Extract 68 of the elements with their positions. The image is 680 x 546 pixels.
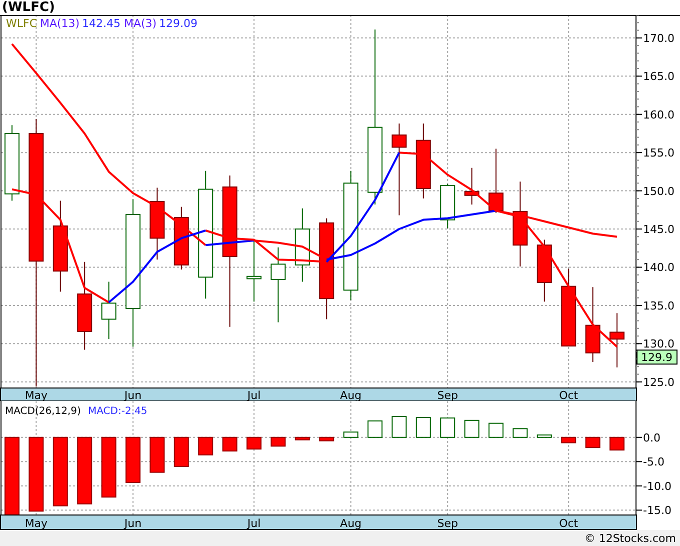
histogram-bar: [440, 417, 456, 438]
histogram-bar: [174, 436, 189, 467]
candlestick: [440, 183, 456, 229]
month-label: Sep: [437, 517, 458, 530]
axis-label: 125.0: [643, 376, 674, 389]
axis-label: 155.0: [643, 146, 674, 160]
histogram-bar: [246, 436, 262, 450]
legend-value: 129.09: [159, 17, 198, 30]
histogram-bar: [561, 436, 576, 444]
indicator-value: MACD:-2.45: [88, 406, 148, 417]
histogram-bar: [464, 420, 480, 438]
axis-label: 0.0: [643, 431, 660, 444]
month-label: Jul: [247, 517, 261, 530]
histogram-bar: [52, 436, 68, 506]
axis-label: 150.0: [643, 184, 674, 198]
month-label: Oct: [559, 389, 578, 401]
axis-label: 135.0: [643, 299, 674, 312]
price-tag: 129.9: [636, 350, 678, 365]
histogram-bar: [319, 436, 334, 442]
histogram-bar: [222, 436, 238, 452]
candlestick: [536, 239, 552, 302]
month-label: Jun: [124, 517, 142, 530]
histogram-bar: [150, 436, 165, 473]
month-label: Jun: [124, 389, 142, 401]
histogram-bar: [101, 436, 116, 498]
legend-value: 142.45: [82, 17, 120, 30]
histogram-bar: [392, 416, 407, 438]
histogram-bar: [198, 436, 214, 456]
axis-label: 170.0: [643, 32, 674, 45]
candlestick: [488, 148, 504, 214]
legend-symbol: WLFC: [6, 17, 38, 30]
month-label: Aug: [340, 389, 362, 401]
axis-label: -15.0: [643, 504, 672, 518]
histogram-bar: [368, 420, 382, 438]
histogram-bar: [610, 436, 624, 450]
histogram-bar: [585, 436, 600, 448]
axis-label: 165.0: [643, 70, 674, 84]
month-label: Jul: [247, 389, 261, 401]
histogram-bar: [512, 428, 528, 438]
histogram-bar: [343, 432, 358, 438]
histogram-bar: [416, 417, 431, 438]
copyright-text: © 12Stocks.com: [584, 532, 676, 544]
chart-title: (WLFC): [1, 0, 56, 15]
month-label: Sep: [437, 389, 458, 401]
month-label: Aug: [340, 517, 362, 530]
histogram-bar: [270, 436, 286, 447]
axis-label: 130.0: [643, 338, 674, 351]
histogram-bar: [126, 436, 140, 483]
histogram-bar: [488, 422, 504, 438]
axis-label: -10.0: [643, 480, 672, 493]
legend-label: MA(3): [124, 17, 157, 30]
axis-label: -5.0: [643, 456, 664, 469]
indicator-label: MACD(26,12,9): [5, 406, 81, 417]
month-label: May: [24, 517, 48, 530]
month-label: Oct: [559, 517, 578, 530]
legend-label: MA(13): [40, 17, 80, 30]
axis-label: 140.0: [643, 261, 674, 274]
candlestick: [174, 206, 189, 270]
candlestick: [464, 167, 480, 206]
histogram-bar: [536, 434, 552, 438]
candlestick: [246, 239, 262, 302]
axis-label: 145.0: [643, 223, 674, 236]
axis-label: 160.0: [643, 108, 674, 122]
histogram-bar: [77, 436, 92, 504]
candlestick: [610, 312, 624, 368]
histogram-bar: [294, 436, 310, 440]
month-label: May: [24, 389, 48, 401]
candlestick: [101, 281, 116, 340]
